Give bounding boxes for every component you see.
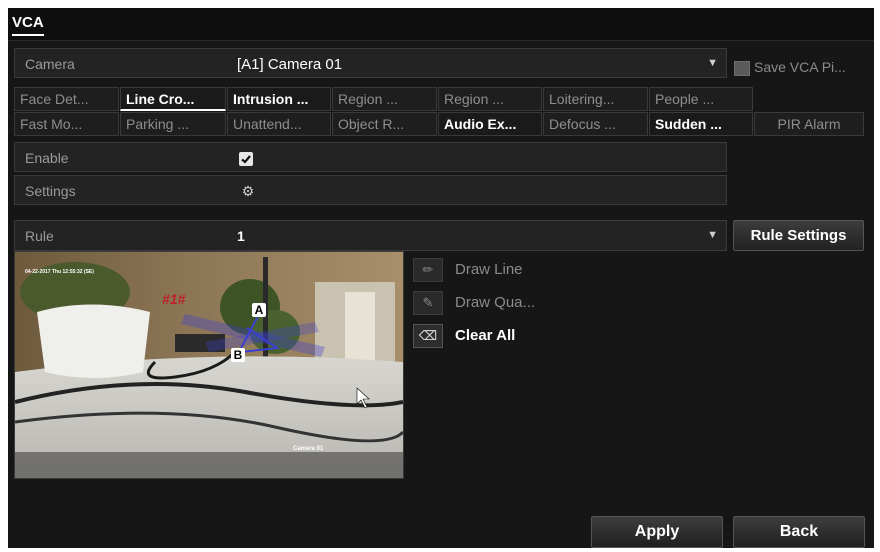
tab-pir-alarm[interactable]: PIR Alarm	[754, 112, 864, 136]
point-a-label: A	[252, 303, 266, 317]
tab-intrusion[interactable]: Intrusion ...	[227, 87, 331, 111]
draw-quad-button[interactable]: ✎ Draw Qua...	[413, 290, 613, 316]
chevron-down-icon: ▼	[707, 229, 718, 241]
draw-line-label: Draw Line	[455, 261, 523, 278]
point-b-label: B	[231, 348, 245, 362]
draw-line-button[interactable]: ✏ Draw Line	[413, 257, 613, 283]
checkmark-icon	[241, 155, 251, 164]
pencil-icon: ✏	[413, 258, 443, 282]
tab-defocus[interactable]: Defocus ...	[543, 112, 648, 136]
enable-row: Enable	[14, 142, 727, 172]
save-vca-checkbox[interactable]: Save VCA Pi...	[734, 56, 874, 78]
rule-tag: #1#	[162, 291, 186, 307]
preview-image	[15, 252, 403, 478]
enable-label: Enable	[25, 150, 69, 166]
clear-all-label: Clear All	[455, 327, 516, 344]
title-bar: VCA	[8, 8, 874, 41]
camera-preview[interactable]: 04-22-2017 Thu 12:55:32 (SE) #1# A B Cam…	[14, 251, 404, 479]
camera-label: Camera	[25, 56, 75, 72]
tab-object-removal[interactable]: Object R...	[332, 112, 437, 136]
tab-region-entrance[interactable]: Region ...	[332, 87, 437, 111]
back-button[interactable]: Back	[733, 516, 865, 548]
tab-people-gathering[interactable]: People ...	[649, 87, 753, 111]
tab-parking[interactable]: Parking ...	[120, 112, 226, 136]
rule-settings-button[interactable]: Rule Settings	[733, 220, 864, 251]
camera-name-overlay: Camera 01	[293, 446, 324, 452]
clear-all-button[interactable]: ⌫ Clear All	[413, 323, 613, 349]
settings-row: Settings ⚙	[14, 175, 727, 205]
tab-audio-exception[interactable]: Audio Ex...	[438, 112, 542, 136]
tab-unattended-baggage[interactable]: Unattend...	[227, 112, 331, 136]
save-vca-label: Save VCA Pi...	[754, 59, 846, 75]
edit-icon: ✎	[413, 291, 443, 315]
tab-fast-moving[interactable]: Fast Mo...	[14, 112, 119, 136]
draw-quad-label: Draw Qua...	[455, 294, 536, 311]
enable-checkbox[interactable]	[239, 152, 253, 166]
camera-value: [A1] Camera 01	[237, 56, 343, 73]
rule-select[interactable]: Rule 1 ▼	[14, 220, 727, 251]
tab-line-crossing[interactable]: Line Cro...	[120, 87, 226, 111]
camera-select[interactable]: Camera [A1] Camera 01 ▼	[14, 48, 727, 78]
clear-icon: ⌫	[413, 324, 443, 348]
date-overlay: 04-22-2017 Thu 12:55:32 (SE)	[25, 269, 94, 275]
tab-region-exiting[interactable]: Region ...	[438, 87, 542, 111]
rule-value: 1	[237, 228, 245, 244]
vca-window: VCA Camera [A1] Camera 01 ▼ Save VCA Pi.…	[8, 8, 874, 548]
rule-label: Rule	[25, 228, 54, 244]
tab-loitering[interactable]: Loitering...	[543, 87, 648, 111]
tab-face-detection[interactable]: Face Det...	[14, 87, 119, 111]
window-title: VCA	[12, 14, 44, 36]
apply-button[interactable]: Apply	[591, 516, 723, 548]
settings-label: Settings	[25, 183, 76, 199]
chevron-down-icon: ▼	[707, 57, 718, 69]
gear-icon[interactable]: ⚙	[239, 182, 257, 200]
tab-sudden-scene-change[interactable]: Sudden ...	[649, 112, 753, 136]
checkbox-icon	[734, 61, 750, 76]
